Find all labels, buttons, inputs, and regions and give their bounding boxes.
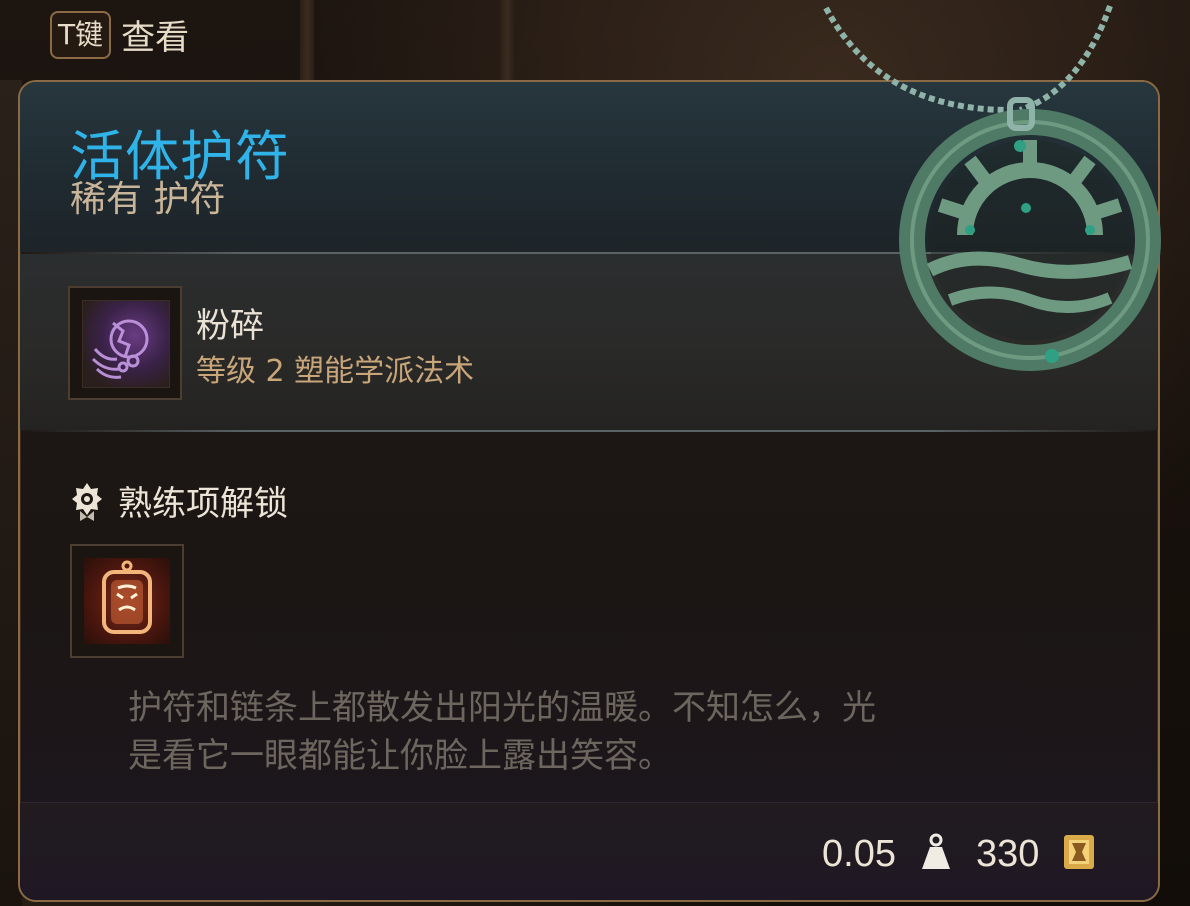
shatter-spell-icon [82,300,170,388]
spell-name: 粉碎 [196,306,264,346]
hotkey-badge: T键 [50,10,112,59]
item-price: 330 [976,833,1040,875]
proficiency-label: 熟练项解锁 [118,484,288,524]
background-pillar [300,0,314,80]
sun-amulet-icon [823,4,1161,371]
item-rarity-type: 稀有 护符 [70,179,226,220]
gold-coin-icon [1064,835,1094,869]
section-divider [20,430,1158,432]
flavor-text-line: 护符和链条上都散发出阳光的温暖。不知怎么，光 [128,688,876,728]
proficiency-badge-icon [72,482,102,521]
proficiency-unlock-heading: 熟练项解锁 [70,476,288,525]
spell-description: 等级 2 塑能学派法术 [196,354,475,389]
item-weight: 0.05 [822,833,896,875]
flavor-text: 护符和链条上都散发出阳光的温暖。不知怎么，光 是看它一眼都能让你脸上露出笑容。 [128,684,1068,780]
spell-icon-frame[interactable] [68,286,182,400]
tooltip-footer: 0.05 330 [20,802,1158,900]
weight-icon [922,833,950,869]
examine-hint[interactable]: T键 查看 [50,10,189,59]
hotkey-action-label: 查看 [121,18,190,58]
proficiency-icon-frame[interactable] [70,544,184,658]
flavor-text-line: 是看它一眼都能让你脸上露出笑容。 [128,736,672,776]
amulet-proficiency-icon [84,558,170,644]
background-pillar [500,0,514,80]
